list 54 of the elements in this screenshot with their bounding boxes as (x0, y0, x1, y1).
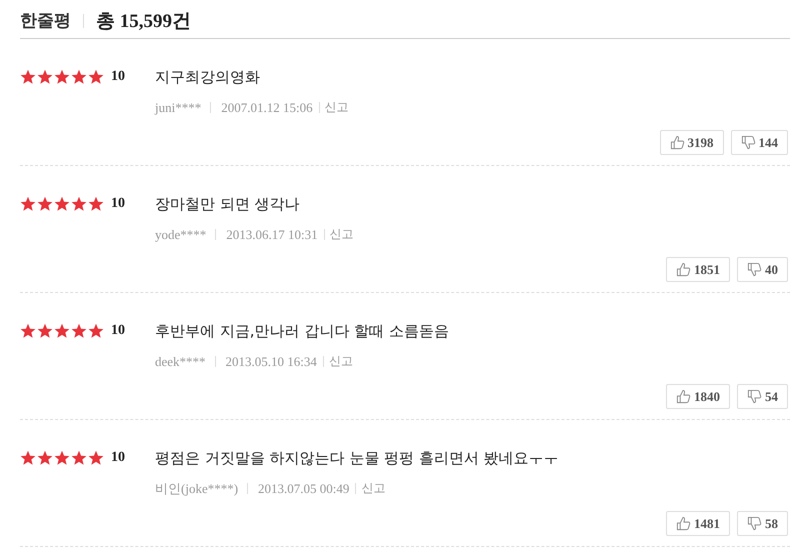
score: 10 (111, 323, 126, 339)
dislike-button[interactable]: 40 (737, 257, 788, 282)
star-icon (37, 323, 53, 339)
thumbs-down-icon (747, 516, 762, 531)
star-icon (71, 69, 87, 85)
star-icon (88, 323, 104, 339)
star-icon (20, 450, 36, 466)
star-icon (54, 450, 70, 466)
star-icon (71, 450, 87, 466)
score: 10 (111, 69, 126, 85)
thumbs-up-icon (676, 516, 691, 531)
dislike-button[interactable]: 58 (737, 511, 788, 536)
thumbs-up-icon (676, 262, 691, 277)
review-date: 2007.01.12 15:06 (211, 102, 320, 113)
thumbs-down-icon (747, 389, 762, 404)
review-text: 장마철만 되면 생각나 (155, 194, 300, 214)
thumbs-up-icon (670, 135, 684, 150)
thumbs-down-icon (740, 135, 756, 150)
like-button[interactable]: 1851 (666, 257, 730, 282)
section-title: 한줄평 (20, 14, 84, 28)
author-name: deek**** (155, 356, 216, 367)
score: 10 (111, 196, 126, 212)
star-icon (37, 196, 53, 212)
star-icon (37, 450, 53, 466)
author-name: juni**** (155, 102, 212, 113)
review-date: 2013.07.05 00:49 (248, 483, 356, 494)
review-text: 후반부에 지금,만나러 갑니다 할때 소름돋음 (155, 322, 449, 340)
review-text: 평점은 거짓말을 하지않는다 눈물 펑펑 흘리면서 봤네요ㅜㅜ (155, 448, 559, 468)
like-button[interactable]: 1840 (666, 384, 730, 409)
author-name: 비인(joke****) (155, 483, 248, 494)
star-icon (20, 69, 36, 85)
review-text: 지구최강의영화 (155, 68, 260, 86)
star-icon (71, 323, 87, 339)
star-icon (54, 323, 70, 339)
score: 10 (111, 450, 126, 466)
like-button[interactable]: 3198 (660, 130, 724, 155)
star-icon (54, 196, 70, 212)
star-icon (20, 196, 36, 212)
review-date: 2013.06.17 10:31 (216, 229, 325, 240)
star-icon (37, 69, 53, 85)
review-date: 2013.05.10 16:34 (216, 356, 324, 367)
review-count: 총 15,599건 (96, 10, 191, 34)
star-icon (54, 69, 70, 85)
star-icon (88, 450, 104, 466)
dislike-button[interactable]: 54 (737, 384, 788, 409)
dislike-button[interactable]: 144 (730, 130, 788, 155)
star-icon (71, 196, 87, 212)
thumbs-up-icon (676, 389, 691, 404)
star-icon (20, 323, 36, 339)
thumbs-down-icon (747, 262, 762, 277)
star-icon (88, 69, 104, 85)
author-name: yode**** (155, 229, 216, 240)
star-icon (88, 196, 104, 212)
like-button[interactable]: 1481 (666, 511, 730, 536)
